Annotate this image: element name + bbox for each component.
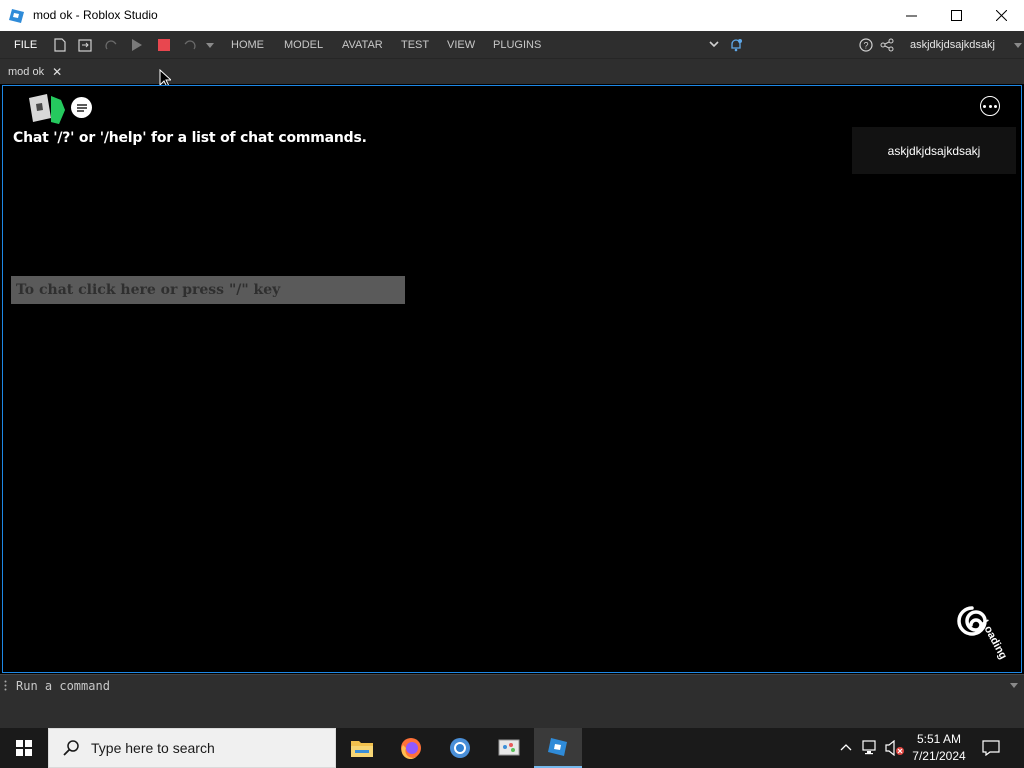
network-icon[interactable] (862, 740, 880, 756)
folder-icon (351, 741, 373, 757)
chat-input[interactable]: To chat click here or press "/" key (11, 276, 405, 304)
tab-label: mod ok (8, 66, 45, 78)
clock-date: 7/21/2024 (912, 749, 966, 763)
start-button[interactable] (0, 728, 48, 768)
command-history-dropdown-icon[interactable] (1010, 682, 1018, 689)
roblox-studio-icon (9, 9, 24, 23)
username-label[interactable]: askjdkjdsajkdsakj (910, 37, 995, 53)
game-viewport[interactable]: Chat '/?' or '/help' for a list of chat … (2, 85, 1022, 673)
tab-avatar[interactable]: AVATAR (342, 37, 383, 53)
tab-close-icon[interactable]: ✕ (52, 65, 62, 79)
search-placeholder: Type here to search (91, 740, 215, 756)
search-icon (63, 740, 79, 756)
firefox-icon (401, 738, 421, 759)
minimize-icon (905, 15, 917, 17)
clock-time: 5:51 AM (916, 732, 962, 746)
window-titlebar: mod ok - Roblox Studio (0, 0, 1024, 31)
notification-bell-icon[interactable] (728, 37, 744, 53)
more-options-icon[interactable] (980, 96, 1000, 116)
maximize-button[interactable] (933, 0, 979, 31)
player-list-item[interactable]: askjdkjdsajkdsakj (888, 144, 981, 158)
studio-ribbon: FILE HOME MODEL AVATAR TEST VIEW PLUGINS… (0, 31, 1024, 58)
close-icon (995, 10, 1007, 21)
grip-icon[interactable] (4, 680, 7, 692)
tab-home[interactable]: HOME (231, 37, 264, 53)
play-icon[interactable] (129, 37, 145, 53)
publish-icon[interactable] (77, 37, 93, 53)
stop-icon[interactable] (156, 37, 172, 53)
tab-plugins[interactable]: PLUGINS (493, 37, 541, 53)
document-tab-strip: mod ok ✕ (0, 58, 1024, 88)
windows-logo-icon (16, 740, 32, 756)
tab-mod-ok[interactable]: mod ok ✕ (8, 63, 62, 81)
taskbar-paint[interactable] (485, 728, 533, 768)
new-file-icon[interactable] (52, 37, 68, 53)
chrome-icon (450, 738, 470, 758)
tab-model[interactable]: MODEL (284, 37, 323, 53)
system-clock[interactable]: 5:51 AM 7/21/2024 (908, 731, 970, 765)
player-list: askjdkjdsajkdsakj (852, 127, 1016, 174)
volume-muted-icon[interactable] (885, 740, 905, 756)
tab-view[interactable]: VIEW (447, 37, 475, 53)
command-bar (0, 674, 1024, 696)
taskbar-chrome[interactable] (436, 728, 484, 768)
undo-dropdown-icon[interactable] (202, 37, 218, 53)
show-hidden-icons-chevron-icon[interactable] (840, 743, 852, 751)
user-dropdown-icon[interactable] (1010, 37, 1024, 53)
status-area (0, 696, 1024, 728)
close-button[interactable] (978, 0, 1024, 31)
help-icon[interactable]: ? (858, 37, 874, 53)
maximize-icon (950, 10, 962, 21)
action-center-icon[interactable] (982, 740, 1000, 756)
command-input[interactable] (16, 678, 996, 694)
redo-icon[interactable] (103, 37, 119, 53)
chat-toggle-icon[interactable] (71, 97, 92, 118)
paint-icon (498, 739, 520, 756)
taskbar-search-box[interactable]: Type here to search (48, 728, 336, 768)
file-menu[interactable]: FILE (14, 37, 37, 53)
taskbar-roblox-studio[interactable] (534, 728, 582, 768)
share-icon[interactable] (879, 37, 895, 53)
minimize-button[interactable] (888, 0, 934, 31)
roblox-studio-icon (548, 738, 567, 756)
windows-taskbar: Type here to search 5:51 AM 7/21/2024 (0, 728, 1024, 768)
roblox-menu-icon[interactable] (25, 94, 69, 126)
window-title: mod ok - Roblox Studio (33, 8, 158, 22)
taskbar-firefox[interactable] (387, 728, 435, 768)
undo-icon[interactable] (182, 37, 198, 53)
taskbar-file-explorer[interactable] (338, 728, 386, 768)
ribbon-collapse-icon[interactable] (706, 37, 722, 53)
svg-text:?: ? (863, 41, 868, 51)
tab-test[interactable]: TEST (401, 37, 429, 53)
chat-system-message: Chat '/?' or '/help' for a list of chat … (13, 130, 367, 146)
